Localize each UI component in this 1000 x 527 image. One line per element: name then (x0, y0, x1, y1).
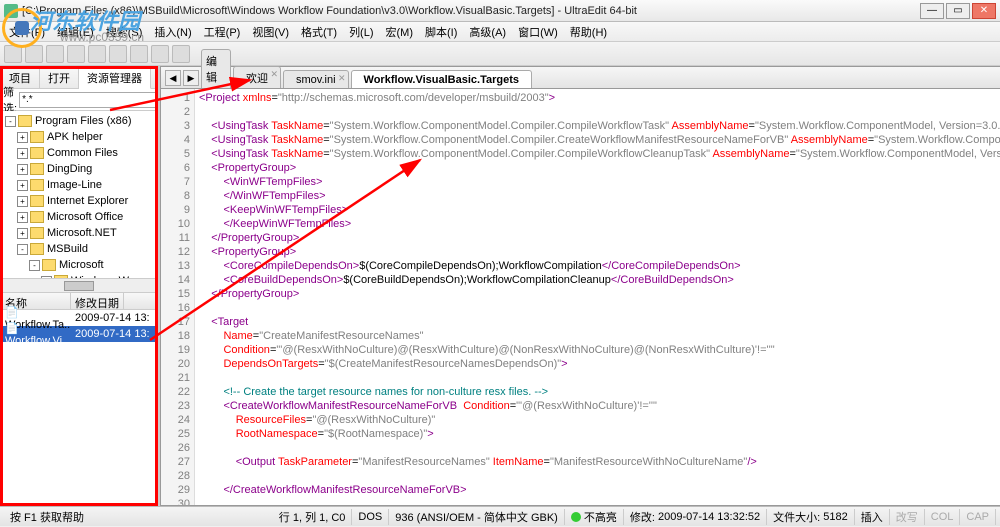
tree-item[interactable]: +Common Files (3, 145, 155, 161)
status-col: COL (925, 509, 961, 525)
filter-input[interactable] (19, 92, 157, 108)
status-insert[interactable]: 插入 (855, 509, 890, 525)
file-row[interactable]: 📄 Workflow.Vi...2009-07-14 13: (1, 326, 157, 342)
menu-item[interactable]: 视图(V) (247, 22, 294, 42)
menu-item[interactable]: 文件(F) (4, 22, 50, 42)
status-highlight: 不高亮 (565, 509, 624, 525)
menubar: 文件(F)编辑(E)搜索(S)插入(N)工程(P)视图(V)格式(T)列(L)宏… (0, 22, 1000, 42)
tree-item[interactable]: +DingDing (3, 161, 155, 177)
sidebar: 项目 打开 资源管理器 筛选: ▶ 📁 -Program Files (x86)… (0, 66, 158, 506)
status-filesize: 文件大小: 5182 (767, 509, 855, 525)
editor-tab-smov[interactable]: smov.ini✕ (283, 70, 349, 88)
menu-item[interactable]: 列(L) (344, 22, 378, 42)
menu-item[interactable]: 宏(M) (381, 22, 419, 42)
side-tab-open[interactable]: 打开 (40, 67, 79, 88)
tree-hscroll[interactable] (1, 278, 157, 292)
tree-item[interactable]: -Program Files (x86) (3, 113, 155, 129)
toolbar (0, 42, 1000, 66)
menu-item[interactable]: 编辑(E) (52, 22, 99, 42)
tab-next-button[interactable]: ▶ (183, 70, 199, 86)
toolbar-button[interactable] (4, 45, 22, 63)
status-cap: CAP (960, 509, 996, 525)
status-modified: 修改: 2009-07-14 13:32:52 (624, 509, 767, 525)
tab-prev-button[interactable]: ◀ (165, 70, 181, 86)
menu-item[interactable]: 脚本(I) (420, 22, 462, 42)
status-pos: 行 1, 列 1, C0 (273, 509, 353, 525)
menu-item[interactable]: 插入(N) (149, 22, 196, 42)
file-list: 📄 Workflow.Ta...2009-07-14 13:📄 Workflow… (1, 310, 157, 342)
tree-item[interactable]: +Internet Explorer (3, 193, 155, 209)
menu-item[interactable]: 工程(P) (199, 22, 246, 42)
close-button[interactable]: ✕ (972, 3, 996, 19)
toolbar-button[interactable] (172, 45, 190, 63)
editor-tab-workflow[interactable]: Workflow.VisualBasic.Targets (351, 70, 532, 88)
tree-item[interactable]: -MSBuild (3, 241, 155, 257)
col-date[interactable]: 修改日期 (71, 293, 124, 309)
minimize-button[interactable]: — (920, 3, 944, 19)
status-mode: DOS (352, 509, 389, 525)
toolbar-button[interactable] (130, 45, 148, 63)
tree-item[interactable]: +Microsoft.NET (3, 225, 155, 241)
status-overwrite: 改写 (890, 509, 925, 525)
menu-item[interactable]: 格式(T) (296, 22, 342, 42)
toolbar-button[interactable] (109, 45, 127, 63)
toolbar-button[interactable] (67, 45, 85, 63)
app-icon (4, 4, 18, 18)
menu-item[interactable]: 窗口(W) (513, 22, 563, 42)
folder-tree[interactable]: -Program Files (x86)+APK helper+Common F… (1, 111, 157, 278)
menu-item[interactable]: 帮助(H) (565, 22, 612, 42)
window-title: [C:\Program Files (x86)\MSBuild\Microsof… (22, 5, 920, 17)
status-codepage: 936 (ANSI/OEM - 简体中文 GBK) (389, 509, 565, 525)
tree-item[interactable]: +Image-Line (3, 177, 155, 193)
editor-tab-welcome[interactable]: 欢迎✕ (233, 66, 281, 88)
toolbar-button[interactable] (151, 45, 169, 63)
menu-item[interactable]: 搜索(S) (101, 22, 148, 42)
edit-tab-prefix[interactable]: 编辑 (201, 49, 231, 88)
tree-item[interactable]: -Microsoft (3, 257, 155, 273)
side-tab-explorer[interactable]: 资源管理器 (79, 67, 151, 89)
statusbar: 按 F1 获取帮助 行 1, 列 1, C0 DOS 936 (ANSI/OEM… (0, 506, 1000, 526)
tree-item[interactable]: +APK helper (3, 129, 155, 145)
line-gutter: 1234567891011121314151617181920212223242… (161, 89, 195, 505)
maximize-button[interactable]: ▭ (946, 3, 970, 19)
status-hint: 按 F1 获取帮助 (4, 509, 90, 525)
toolbar-button[interactable] (46, 45, 64, 63)
toolbar-button[interactable] (25, 45, 43, 63)
menu-item[interactable]: 高级(A) (464, 22, 511, 42)
toolbar-button[interactable] (88, 45, 106, 63)
code-editor[interactable]: <Project xmlns="http://schemas.microsoft… (195, 89, 1000, 505)
titlebar: [C:\Program Files (x86)\MSBuild\Microsof… (0, 0, 1000, 22)
editor-area: ◀ ▶ 编辑 欢迎✕ smov.ini✕ Workflow.VisualBasi… (160, 66, 1000, 506)
tree-item[interactable]: +Microsoft Office (3, 209, 155, 225)
